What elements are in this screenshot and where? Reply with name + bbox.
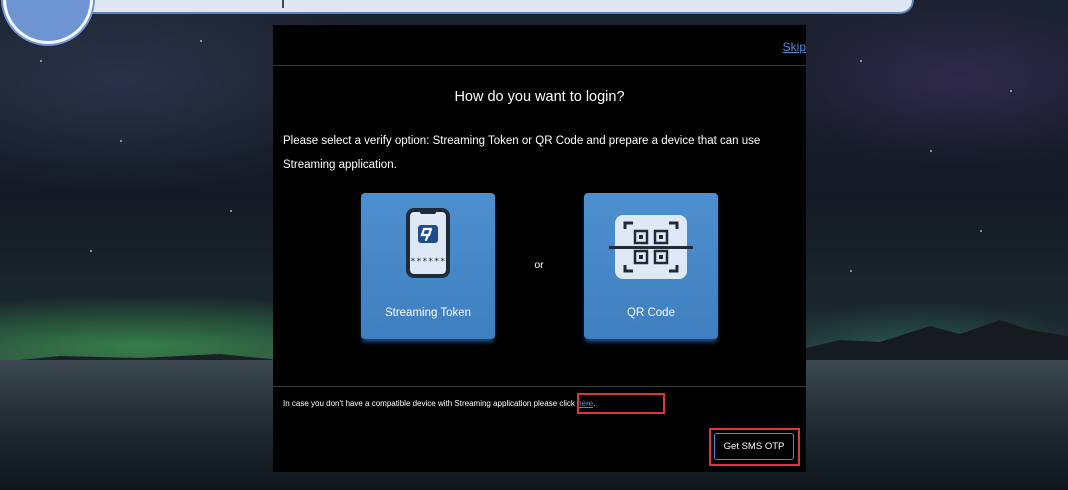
qr-code-option[interactable]: QR Code <box>584 193 718 339</box>
streaming-token-option[interactable]: ****** Streaming Token <box>361 193 495 339</box>
dialog-title: How do you want to login? <box>454 89 625 105</box>
or-separator: or <box>534 259 544 271</box>
streaming-token-label: Streaming Token <box>384 307 472 319</box>
masked-code: ****** <box>410 257 446 267</box>
banner-glyph <box>282 0 290 8</box>
fallback-notice: In case you don't have a compatible devi… <box>283 399 595 408</box>
phone-token-icon <box>406 208 450 278</box>
divider <box>273 65 806 66</box>
qr-code-label: QR Code <box>627 307 675 319</box>
top-banner <box>60 0 914 14</box>
get-sms-otp-button[interactable]: Get SMS OTP <box>714 433 794 460</box>
instruction-text: Please select a verify option: Streaming… <box>283 135 761 171</box>
fallback-text: In case you don't have a compatible devi… <box>283 399 532 408</box>
qr-scan-icon <box>609 215 693 279</box>
divider <box>273 386 806 387</box>
login-dialog: Skip How do you want to login? Please se… <box>273 25 806 472</box>
fallback-prompt: please click <box>533 399 575 408</box>
highlight-here-link <box>577 393 665 414</box>
skip-link[interactable]: Skip <box>766 40 806 54</box>
